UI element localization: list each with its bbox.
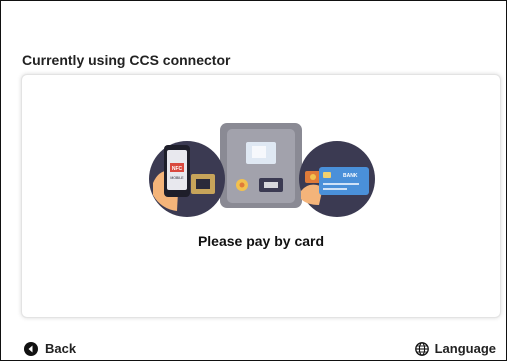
nfc-badge-text: NFC [172, 166, 183, 172]
charging-terminal-icon [220, 123, 302, 208]
bank-card-label: BANK [343, 173, 358, 179]
back-arrow-icon [24, 341, 38, 356]
bank-card-icon: BANK [299, 141, 375, 217]
payment-card-panel: NFC MOBILE BANK Please pay by card [21, 74, 501, 318]
kiosk-screen: Currently using CCS connector NFC MOBILE… [0, 0, 507, 361]
page-title: Currently using CCS connector [22, 52, 231, 68]
pay-by-card-illustration: NFC MOBILE BANK [149, 123, 375, 217]
globe-icon [414, 341, 429, 356]
nfc-mobile-icon: NFC MOBILE [149, 141, 225, 217]
pay-by-card-instruction: Please pay by card [197, 233, 325, 249]
back-button-label: Back [45, 341, 77, 356]
language-button[interactable]: Language [414, 341, 496, 356]
mobile-badge-text: MOBILE [170, 176, 184, 180]
language-button-label: Language [434, 341, 496, 356]
back-button[interactable]: Back [24, 341, 76, 356]
